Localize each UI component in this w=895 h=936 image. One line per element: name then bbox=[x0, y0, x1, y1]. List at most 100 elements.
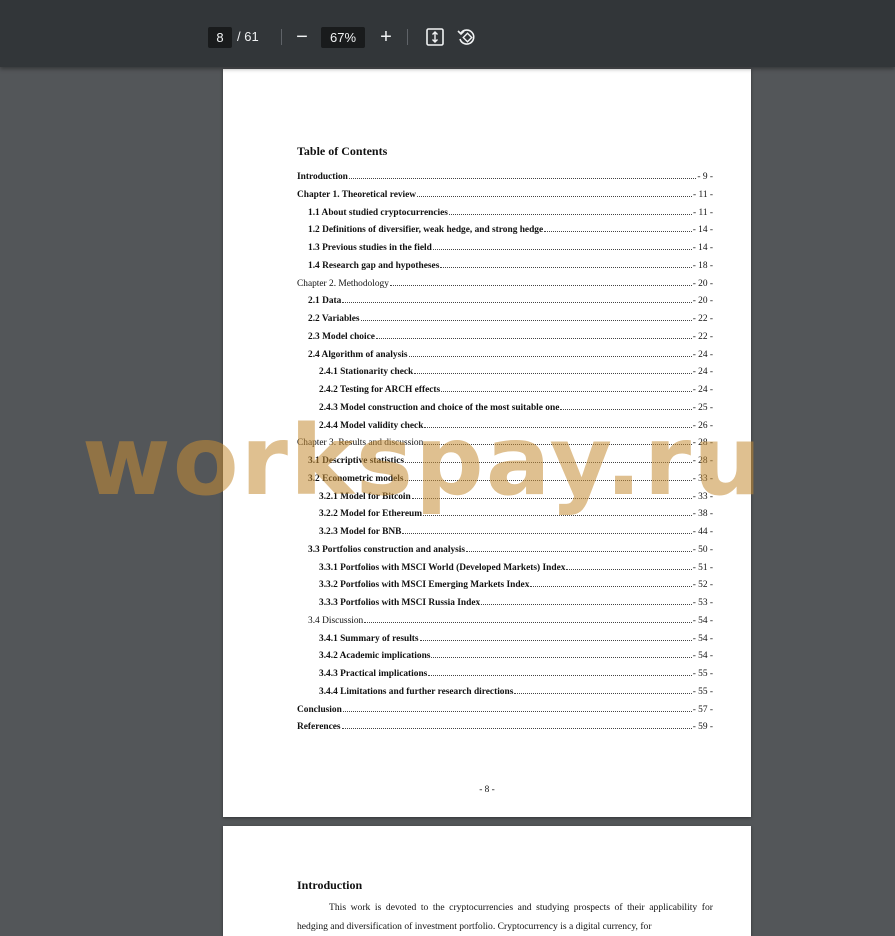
toc-entry-page: - 18 - bbox=[692, 260, 713, 271]
toc-entry[interactable]: 1.3 Previous studies in the field - 14 - bbox=[297, 242, 713, 260]
toc-entry[interactable]: 3.2.1 Model for Bitcoin - 33 - bbox=[297, 491, 713, 509]
toc-entry-label: Conclusion bbox=[297, 704, 342, 715]
toc-leader-dots bbox=[342, 704, 692, 712]
toc-entry-label: 3.2.3 Model for BNB bbox=[319, 527, 402, 537]
toc-leader-dots bbox=[424, 437, 692, 446]
toc-leader-dots bbox=[514, 686, 692, 694]
toc-entry-page: - 11 - bbox=[693, 207, 713, 218]
document-page: Table of Contents Introduction - 9 - Chapt… bbox=[223, 69, 751, 817]
toc-entry[interactable]: Conclusion - 57 - bbox=[297, 704, 713, 722]
toc-leader-dots bbox=[405, 455, 692, 463]
toc-entry[interactable]: 3.2.3 Model for BNB - 44 - bbox=[297, 526, 713, 544]
toc-entry[interactable]: Chapter 3. Results and discussion - 28 - bbox=[297, 437, 713, 455]
toc-entry[interactable]: 3.4.1 Summary of results - 54 - bbox=[297, 633, 713, 651]
toc-entry-label: 1.3 Previous studies in the field bbox=[308, 243, 432, 253]
toc-entry-page: - 51 - bbox=[692, 562, 713, 573]
toc-entry-page: - 55 - bbox=[692, 669, 713, 679]
toc-entry[interactable]: 1.1 About studied cryptocurrencies - 11 - bbox=[297, 207, 713, 225]
toc-entry-label: 3.4.3 Practical implications bbox=[319, 669, 428, 679]
toc-entry[interactable]: 3.4.2 Academic implications - 54 - bbox=[297, 650, 713, 668]
toc-entry-label: Introduction bbox=[297, 172, 348, 182]
toc-entry[interactable]: Chapter 2. Methodology - 20 - bbox=[297, 278, 713, 296]
toc-entry[interactable]: 3.2.2 Model for Ethereum - 38 - bbox=[297, 508, 713, 526]
toc-leader-dots bbox=[428, 668, 692, 676]
toc-leader-dots bbox=[566, 562, 692, 570]
toc-entry[interactable]: 2.4 Algorithm of analysis - 24 - bbox=[297, 349, 713, 367]
toc-entry-label: 3.4.4 Limitations and further research d… bbox=[319, 686, 514, 697]
toolbar-divider bbox=[407, 29, 408, 45]
toc-entry[interactable]: 3.3 Portfolios construction and analysis… bbox=[297, 544, 713, 562]
rotate-icon[interactable] bbox=[456, 26, 478, 48]
fit-to-page-icon[interactable] bbox=[424, 26, 446, 48]
toc-entry[interactable]: 3.3.2 Portfolios with MSCI Emerging Mark… bbox=[297, 579, 713, 597]
toc-entry[interactable]: 3.3.3 Portfolios with MSCI Russia Index -… bbox=[297, 597, 713, 615]
toc-entry[interactable]: 3.2 Econometric models - 33 - bbox=[297, 473, 713, 491]
toc-entry[interactable]: 2.4.3 Model construction and choice of t… bbox=[297, 402, 713, 420]
toc-entry[interactable]: 1.4 Research gap and hypotheses - 18 - bbox=[297, 260, 713, 278]
toc-entry[interactable]: 1.2 Definitions of diversifier, weak hed… bbox=[297, 224, 713, 242]
zoom-in-button[interactable]: + bbox=[377, 24, 395, 50]
pdf-toolbar: 8 / 61 − 67% + bbox=[0, 0, 895, 67]
toc-entry[interactable]: 2.1 Data - 20 - bbox=[297, 295, 713, 313]
toc-leader-dots bbox=[481, 597, 692, 605]
toc-entry[interactable]: Chapter 1. Theoretical review - 11 - bbox=[297, 189, 713, 207]
zoom-level-input[interactable]: 67% bbox=[321, 27, 365, 48]
toc-entry-label: 3.4.1 Summary of results bbox=[319, 633, 419, 644]
toc-entry-page: - 26 - bbox=[692, 420, 713, 431]
toc-entry[interactable]: 2.4.2 Testing for ARCH effects - 24 - bbox=[297, 384, 713, 402]
toc-entry[interactable]: 3.4 Discussion - 54 - bbox=[297, 615, 713, 633]
toc-entry-label: 3.3.2 Portfolios with MSCI Emerging Mark… bbox=[319, 580, 530, 591]
toc-entry[interactable]: 3.1 Descriptive statistics - 28 - bbox=[297, 455, 713, 473]
toc-entry[interactable]: References - 59 - bbox=[297, 721, 713, 739]
toc-entry-label: 1.2 Definitions of diversifier, weak hed… bbox=[308, 225, 544, 236]
toc-leader-dots bbox=[389, 278, 692, 286]
toc-leader-dots bbox=[424, 420, 692, 428]
toc-entry[interactable]: 2.2 Variables - 22 - bbox=[297, 313, 713, 331]
zoom-out-button[interactable]: − bbox=[293, 24, 311, 50]
toc-entry[interactable]: 2.4.1 Stationarity check - 24 - bbox=[297, 366, 713, 384]
toc-entry-page: - 24 - bbox=[692, 385, 713, 395]
toc-entry-label: 2.2 Variables bbox=[308, 314, 360, 324]
toc-entry-label: 1.4 Research gap and hypotheses bbox=[308, 260, 440, 271]
page-total-label: / 61 bbox=[237, 29, 259, 44]
toc-entry[interactable]: 2.3 Model choice - 22 - bbox=[297, 331, 713, 349]
toc-entry-page: - 38 - bbox=[692, 509, 713, 520]
toc-entry-page: - 53 - bbox=[692, 598, 713, 608]
toolbar-divider bbox=[281, 29, 282, 45]
toc-entry[interactable]: 3.4.4 Limitations and further research d… bbox=[297, 686, 713, 704]
toc-entry-label: 3.2 Econometric models bbox=[308, 473, 404, 484]
toc-leader-dots bbox=[431, 650, 692, 659]
toc-entry-page: - 55 - bbox=[692, 686, 713, 697]
toc-entry-label: 3.2.2 Model for Ethereum bbox=[319, 509, 423, 520]
page-number-input[interactable]: 8 bbox=[208, 27, 232, 48]
toc-entry-label: 2.4.2 Testing for ARCH effects bbox=[319, 385, 441, 395]
toc-leader-dots bbox=[466, 544, 692, 552]
toc-entry-page: - 20 - bbox=[692, 296, 713, 307]
toc-entry-label: 3.3 Portfolios construction and analysis bbox=[308, 544, 466, 555]
toc-leader-dots bbox=[432, 242, 692, 250]
toc-leader-dots bbox=[408, 349, 692, 357]
toc-entry-page: - 24 - bbox=[692, 349, 713, 360]
toc-entry-page: - 57 - bbox=[692, 704, 713, 715]
toc-leader-dots bbox=[375, 331, 692, 339]
toc-entry-page: - 52 - bbox=[692, 580, 713, 591]
toc-entry-label: 2.3 Model choice bbox=[308, 331, 375, 342]
toc-entry[interactable]: 3.4.3 Practical implications - 55 - bbox=[297, 668, 713, 686]
toc-entry-label: 2.4 Algorithm of analysis bbox=[308, 349, 408, 360]
toc-entry[interactable]: 3.3.1 Portfolios with MSCI World (Develo… bbox=[297, 562, 713, 580]
toc-entry[interactable]: 2.4.4 Model validity check - 26 - bbox=[297, 420, 713, 438]
toc-entry-page: - 54 - bbox=[692, 615, 713, 626]
toc-leader-dots bbox=[411, 491, 692, 499]
section-heading: Introduction bbox=[297, 878, 363, 892]
toc-entry-page: - 11 - bbox=[693, 189, 713, 200]
toc-entry-page: - 33 - bbox=[692, 473, 713, 484]
toc-entry-label: 3.4 Discussion bbox=[308, 615, 364, 626]
toc-entry-page: - 14 - bbox=[692, 225, 713, 236]
toc-entry-label: 3.3.3 Portfolios with MSCI Russia Index bbox=[319, 598, 481, 608]
toc-entry-page: - 54 - bbox=[692, 633, 713, 644]
toc-leader-dots bbox=[360, 313, 692, 321]
toc-entry-page: - 25 - bbox=[692, 402, 713, 413]
toc-entry-page: - 22 - bbox=[692, 314, 713, 324]
toc-entry-label: 3.1 Descriptive statistics bbox=[308, 456, 405, 466]
toc-entry[interactable]: Introduction - 9 - bbox=[297, 171, 713, 189]
